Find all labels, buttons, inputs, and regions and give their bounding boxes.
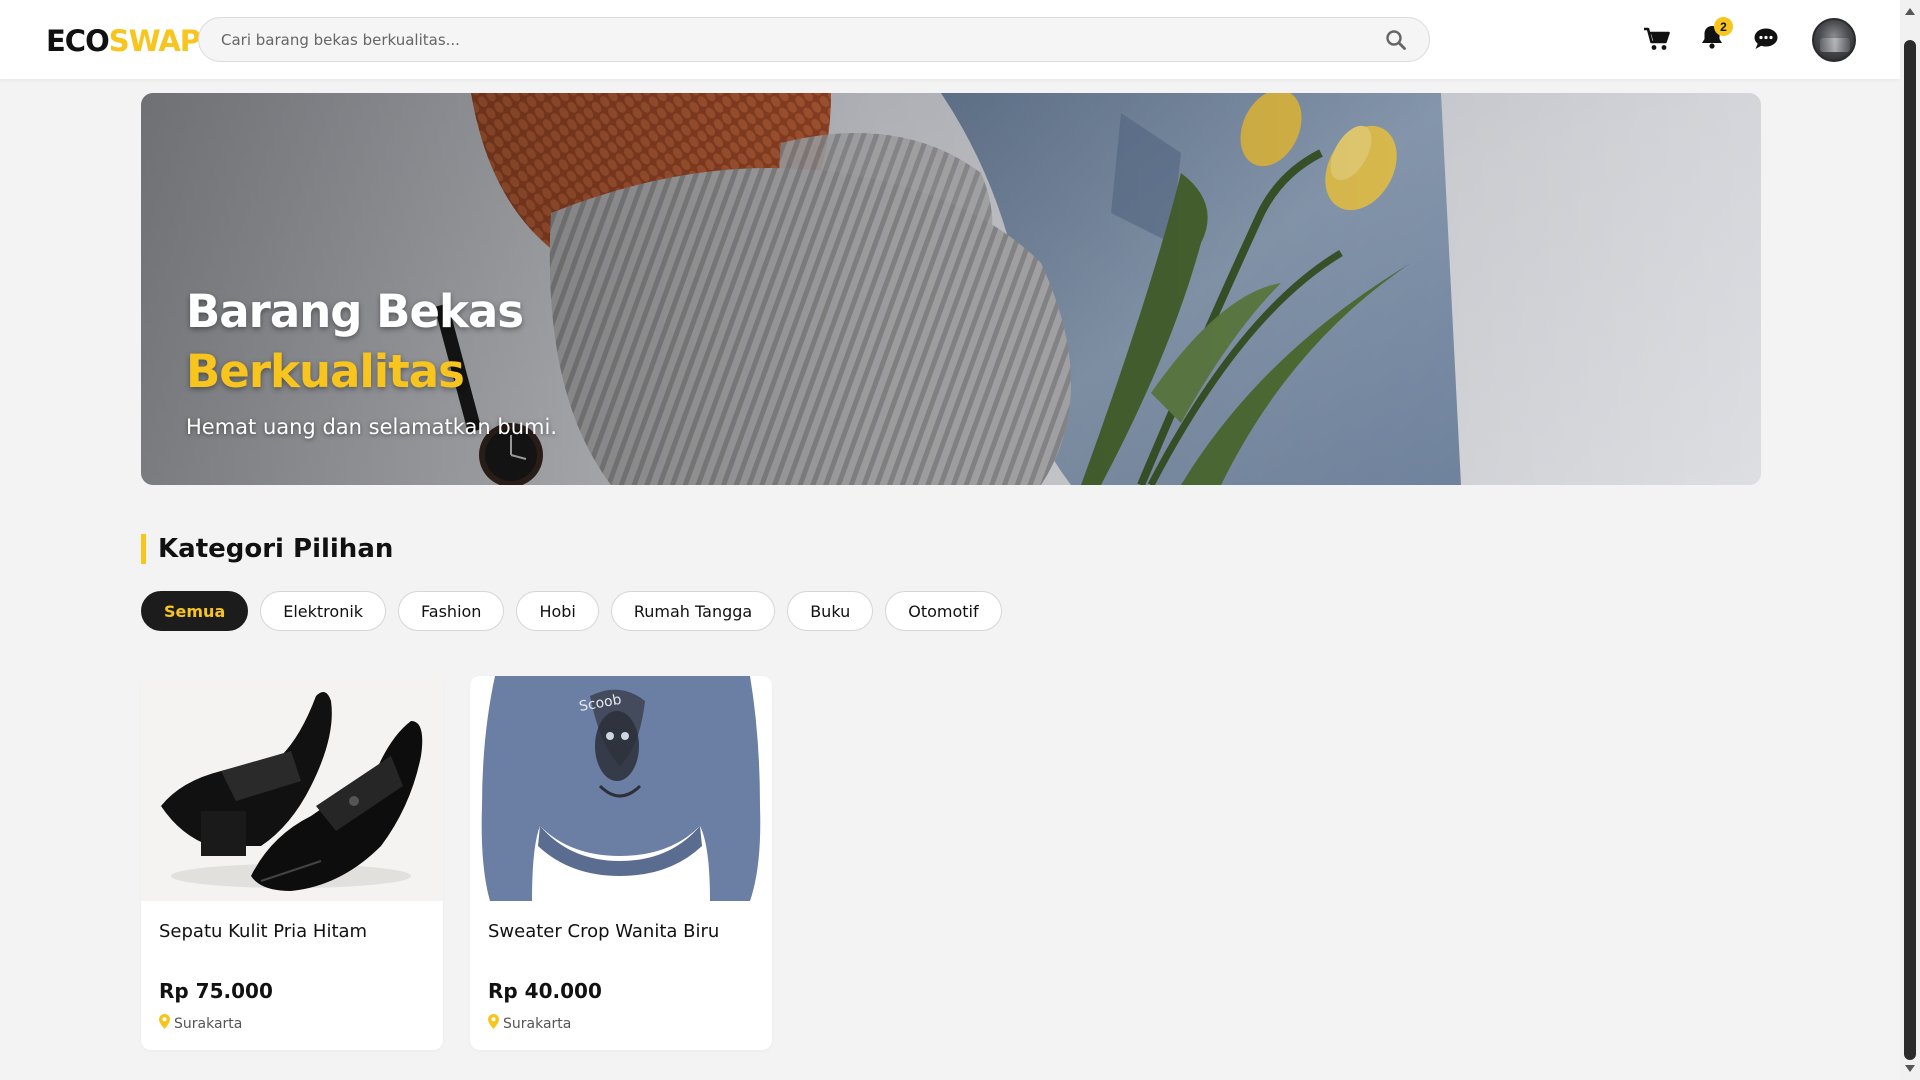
product-price: Rp 75.000 (159, 979, 273, 1003)
hero-title-line2: Berkualitas (186, 345, 465, 398)
notification-badge: 2 (1714, 17, 1733, 36)
category-chip-fashion[interactable]: Fashion (398, 591, 505, 631)
search-input[interactable] (221, 30, 1385, 49)
map-pin-icon (159, 1014, 170, 1033)
category-filter-bar: Semua Elektronik Fashion Hobi Rumah Tang… (141, 591, 1002, 631)
search-icon[interactable] (1385, 29, 1407, 51)
category-chip-rumah-tangga[interactable]: Rumah Tangga (610, 591, 776, 631)
scroll-thumb[interactable] (1904, 40, 1916, 1060)
brand-logo[interactable]: ECOSWAP (46, 24, 201, 58)
search-bar (198, 17, 1430, 62)
hero-title-line1: Barang Bekas (186, 285, 524, 338)
hero-subtitle: Hemat uang dan selamatkan bumi. (186, 415, 557, 439)
product-location-text: Surakarta (503, 1015, 572, 1032)
product-location: Surakarta (488, 1014, 571, 1033)
product-image-shoes (141, 676, 443, 901)
category-chip-elektronik[interactable]: Elektronik (260, 591, 387, 631)
category-chip-otomotif[interactable]: Otomotif (885, 591, 1002, 631)
product-card[interactable]: Sepatu Kulit Pria Hitam Rp 75.000 Suraka… (141, 676, 443, 1050)
product-name: Sweater Crop Wanita Biru (488, 921, 720, 942)
product-image-sweater: Scoob (470, 676, 772, 901)
category-chip-hobi[interactable]: Hobi (516, 591, 599, 631)
hero-banner[interactable]: Barang Bekas Berkualitas Hemat uang dan … (141, 93, 1761, 485)
map-pin-icon (488, 1014, 499, 1033)
product-location-text: Surakarta (174, 1015, 243, 1032)
notification-button[interactable]: 2 (1694, 17, 1733, 57)
product-name: Sepatu Kulit Pria Hitam (159, 921, 368, 942)
chat-icon[interactable] (1748, 21, 1784, 57)
category-chip-semua[interactable]: Semua (141, 591, 249, 631)
product-price: Rp 40.000 (488, 979, 602, 1003)
page-scrollbar[interactable] (1900, 0, 1920, 1080)
top-navbar: ECOSWAP 2 (0, 0, 1900, 79)
category-chip-buku[interactable]: Buku (787, 591, 874, 631)
scroll-down-arrow[interactable] (1905, 1065, 1915, 1072)
brand-logo-eco: ECO (46, 24, 110, 58)
brand-logo-swap: SWAP (108, 24, 201, 58)
section-title: Kategori Pilihan (141, 534, 393, 564)
product-location: Surakarta (159, 1014, 242, 1033)
product-card[interactable]: Scoob Sweater Crop Wanita Biru Rp 40.000… (470, 676, 772, 1050)
scroll-up-arrow[interactable] (1905, 8, 1915, 15)
user-avatar[interactable] (1812, 18, 1856, 62)
cart-icon[interactable] (1639, 21, 1675, 57)
